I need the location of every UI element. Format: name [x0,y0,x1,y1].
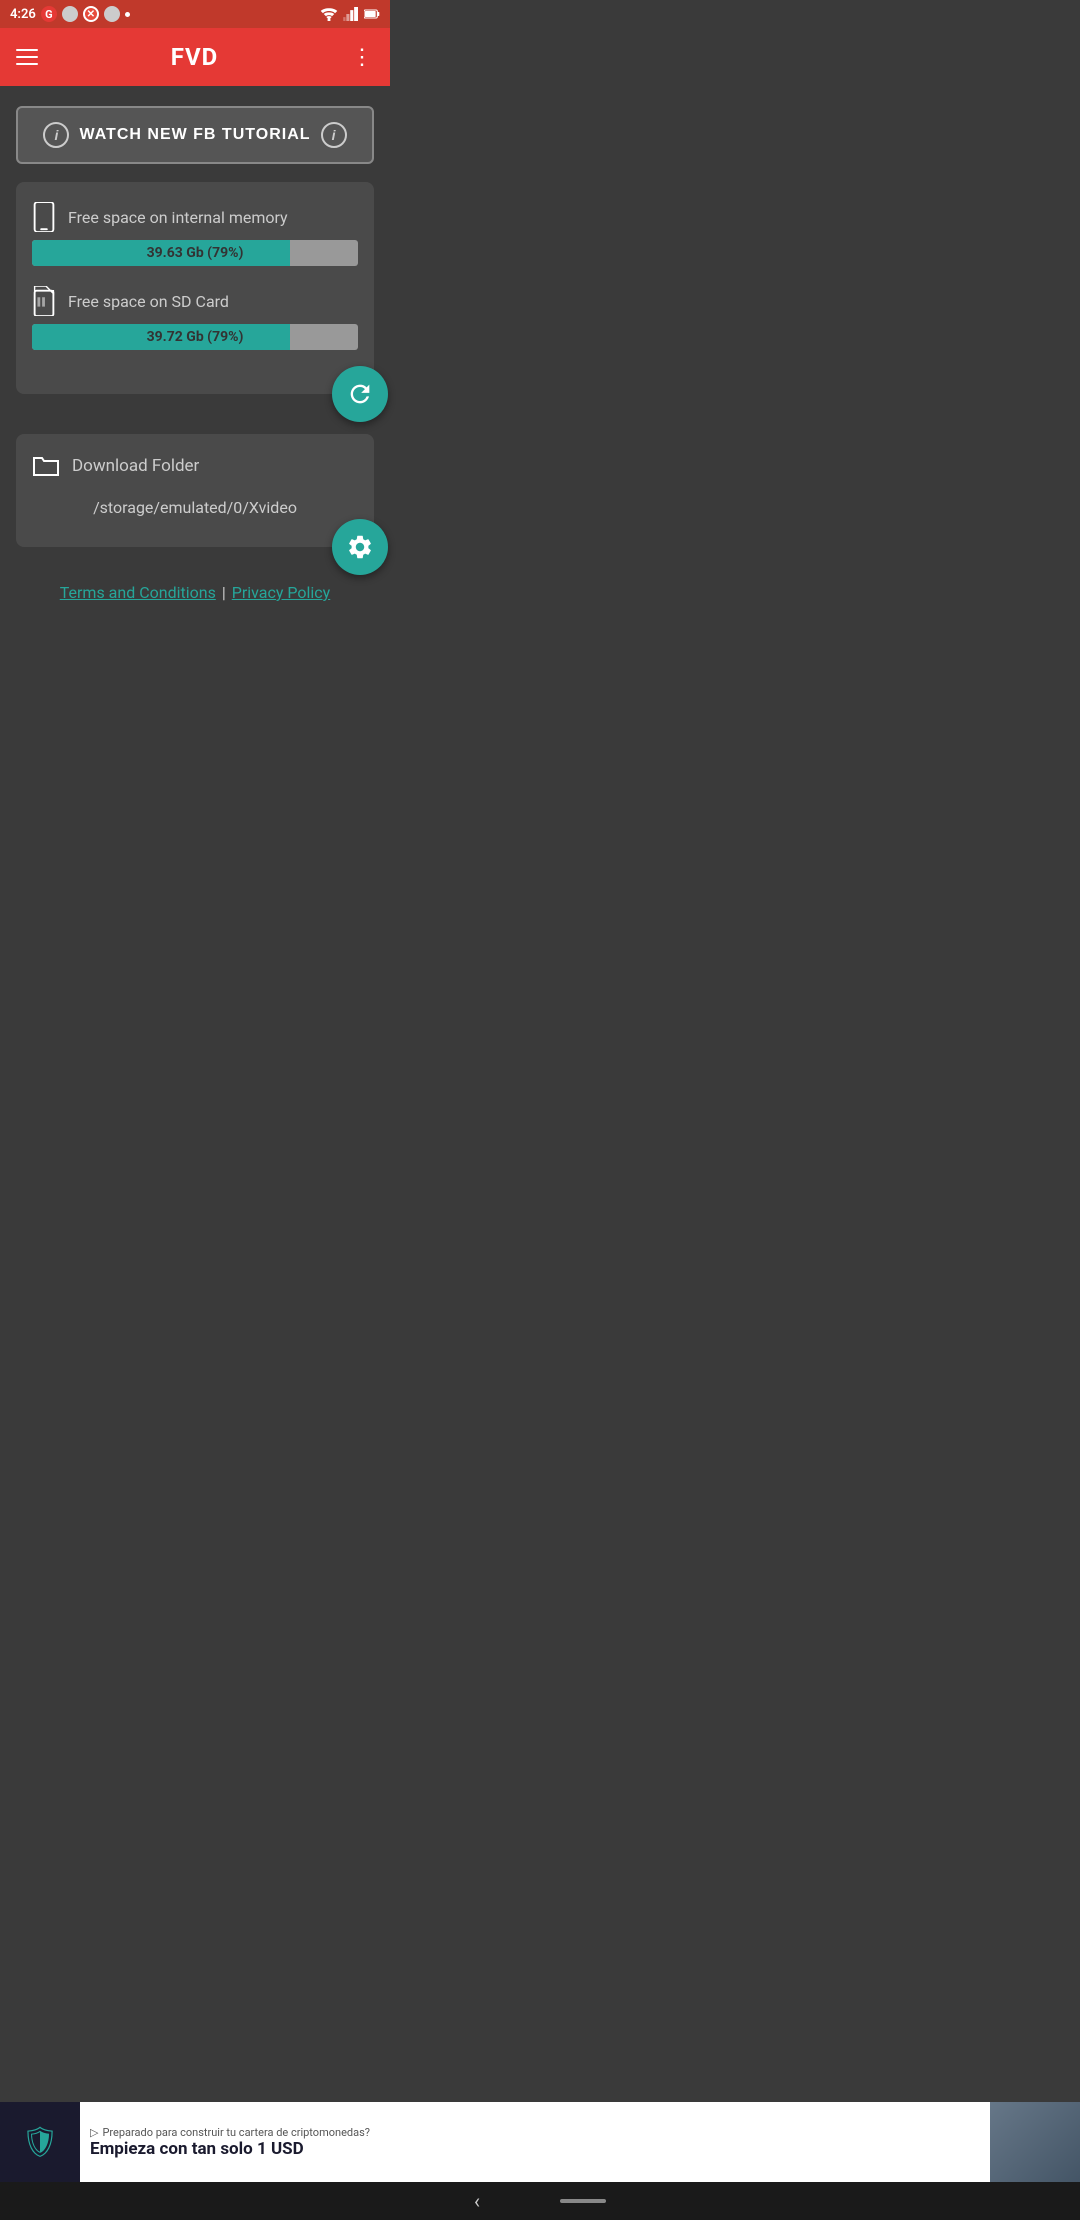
ad-small-text: ▷ Preparado para construir tu cartera de… [90,2126,980,2139]
folder-path: /storage/emulated/0/Xvideo [32,492,358,523]
status-right [320,7,380,21]
status-time: 4:26 [10,7,36,22]
privacy-link[interactable]: Privacy Policy [232,583,331,602]
more-options-button[interactable]: ⋮ [351,45,374,70]
internal-label: Free space on internal memory [68,208,288,227]
refresh-icon [346,380,374,408]
refresh-fab-button[interactable] [332,366,388,422]
sd-value: 39.72 Gb (79%) [147,329,244,345]
status-bar: 4:26 G ✕ [0,0,390,28]
toolbar: FVD ⋮ [0,28,390,86]
ad-image [990,2102,1080,2182]
storage-card: Free space on internal memory 39.63 Gb (… [16,182,374,394]
ad-brand-icon: 🛡 [21,2125,59,2160]
internal-progress-bar: 39.63 Gb (79%) [32,240,358,266]
ad-logo-area: 🛡 [0,2102,80,2182]
circle-icon-2 [104,6,120,22]
ad-main-text: Empieza con tan solo 1 USD [90,2139,980,2159]
links-row: Terms and Conditions | Privacy Policy [16,583,374,602]
folder-card: Download Folder /storage/emulated/0/Xvid… [16,434,374,547]
hamburger-menu-button[interactable] [16,49,38,65]
sdcard-icon [32,286,56,316]
app-title: FVD [171,43,218,71]
wifi-icon [320,7,338,21]
info-icon-left: i [43,122,69,148]
circle-icon-1 [62,6,78,22]
phone-icon [32,202,56,232]
main-content: i WATCH NEW FB TUTORIAL i Free space on … [0,86,390,772]
nav-bar: ‹ [0,2182,1080,2220]
settings-fab-button[interactable] [332,519,388,575]
back-button[interactable]: ‹ [474,2189,480,2213]
status-left: 4:26 G ✕ [10,6,130,22]
link-separator: | [222,583,226,602]
terms-link[interactable]: Terms and Conditions [60,583,216,602]
tutorial-button[interactable]: i WATCH NEW FB TUTORIAL i [16,106,374,164]
google-icon: G [41,6,57,22]
signal-icon [343,7,359,21]
sd-progress-bar: 39.72 Gb (79%) [32,324,358,350]
internal-storage-row: Free space on internal memory 39.63 Gb (… [32,202,358,266]
info-icon-right: i [321,122,347,148]
internal-value: 39.63 Gb (79%) [147,245,244,261]
battery-icon [364,7,380,21]
ad-text-area: ▷ Preparado para construir tu cartera de… [80,2122,990,2163]
sd-storage-row: Free space on SD Card 39.72 Gb (79%) [32,286,358,350]
settings-icon [346,533,374,561]
tutorial-button-label: WATCH NEW FB TUTORIAL [79,126,310,144]
ad-banner[interactable]: 🛡 ▷ Preparado para construir tu cartera … [0,2102,1080,2182]
play-icon: ▷ [90,2126,98,2139]
home-indicator[interactable] [560,2199,606,2203]
close-icon: ✕ [83,6,99,22]
sd-label: Free space on SD Card [68,292,229,311]
folder-label: Download Folder [72,456,199,476]
folder-icon [32,454,60,478]
dot-icon [125,12,130,17]
